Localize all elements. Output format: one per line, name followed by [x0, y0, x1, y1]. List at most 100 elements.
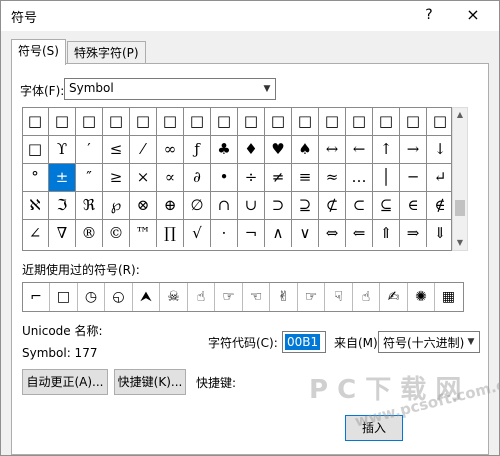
symbol-cell[interactable]: ©	[103, 220, 130, 247]
recent-symbol-cell[interactable]: ☟	[326, 283, 353, 311]
symbol-cell[interactable]: ∈	[400, 192, 427, 220]
symbol-cell[interactable]: ≈	[319, 164, 346, 192]
tab-symbols[interactable]: 符号(S)	[11, 39, 66, 65]
symbol-cell[interactable]: □	[22, 136, 49, 164]
char-code-input[interactable]: 00B1	[282, 331, 326, 353]
symbol-cell[interactable]: ⁄	[130, 136, 157, 164]
symbol-cell[interactable]: ™	[130, 220, 157, 247]
symbol-cell[interactable]: ℑ	[49, 192, 76, 220]
symbol-cell[interactable]: ⊇	[292, 192, 319, 220]
recent-symbol-cell[interactable]: ☠	[161, 283, 188, 311]
symbol-cell[interactable]: ⊂	[346, 192, 373, 220]
recent-symbol-cell[interactable]: ✺	[408, 283, 435, 311]
symbol-cell[interactable]: ′	[76, 136, 103, 164]
symbol-cell[interactable]: ♦	[238, 136, 265, 164]
symbol-cell[interactable]: ⇐	[346, 220, 373, 247]
close-button[interactable]: ×	[463, 5, 483, 25]
symbol-cell[interactable]: □	[346, 108, 373, 136]
symbol-cell[interactable]: ∇	[49, 220, 76, 247]
symbol-cell[interactable]: ∂	[184, 164, 211, 192]
symbol-cell[interactable]: ⋅	[211, 220, 238, 247]
symbol-cell[interactable]: ∠	[22, 220, 49, 247]
recent-symbol-cell[interactable]: ☜	[243, 283, 270, 311]
symbol-cell[interactable]: ⊆	[373, 192, 400, 220]
symbol-cell[interactable]: □	[319, 108, 346, 136]
recent-symbol-cell[interactable]: ⮝	[133, 283, 160, 311]
symbol-grid-scrollbar[interactable]: ▲ ▼	[452, 107, 468, 251]
symbol-cell[interactable]: °	[22, 164, 49, 192]
symbol-cell[interactable]: ∪	[238, 192, 265, 220]
symbol-cell[interactable]: ♠	[292, 136, 319, 164]
symbol-cell[interactable]: ─	[400, 164, 427, 192]
recent-symbol-cell[interactable]: ◵	[106, 283, 133, 311]
symbol-cell[interactable]: ⇒	[400, 220, 427, 247]
symbol-cell[interactable]: ⊕	[157, 192, 184, 220]
symbol-cell[interactable]: □	[211, 108, 238, 136]
scroll-up-arrow-icon[interactable]: ▲	[453, 108, 467, 122]
symbol-cell[interactable]: ⇓	[427, 220, 453, 247]
symbol-cell[interactable]: ≠	[265, 164, 292, 192]
symbol-cell[interactable]: □	[184, 108, 211, 136]
symbol-cell[interactable]: ±	[49, 164, 76, 192]
symbol-cell[interactable]: ¬	[238, 220, 265, 247]
symbol-cell[interactable]: ⊗	[130, 192, 157, 220]
symbol-cell[interactable]: □	[76, 108, 103, 136]
symbol-cell[interactable]: ↵	[427, 164, 453, 192]
symbol-cell[interactable]: ♥	[265, 136, 292, 164]
symbol-cell[interactable]: □	[265, 108, 292, 136]
scrollbar-thumb[interactable]	[455, 200, 465, 216]
tab-special-characters[interactable]: 特殊字符(P)	[67, 41, 146, 64]
symbol-cell[interactable]: □	[49, 108, 76, 136]
shortcut-key-button[interactable]: 快捷键(K)...	[114, 369, 186, 395]
symbol-cell[interactable]: ×	[130, 164, 157, 192]
symbol-cell[interactable]: ↔	[319, 136, 346, 164]
symbol-cell[interactable]: ℜ	[76, 192, 103, 220]
symbol-cell[interactable]: ∏	[157, 220, 184, 247]
symbol-cell[interactable]: □	[292, 108, 319, 136]
symbol-cell[interactable]: ∩	[211, 192, 238, 220]
symbol-cell[interactable]: ⇑	[373, 220, 400, 247]
symbol-cell[interactable]: □	[238, 108, 265, 136]
symbol-cell[interactable]: ∝	[157, 164, 184, 192]
from-select[interactable]: 符号(十六进制) ▼	[378, 331, 480, 353]
symbol-cell[interactable]: ®	[76, 220, 103, 247]
symbol-cell[interactable]: ↓	[427, 136, 453, 164]
symbol-cell[interactable]: □	[130, 108, 157, 136]
symbol-cell[interactable]: ≥	[103, 164, 130, 192]
symbol-cell[interactable]: ♣	[211, 136, 238, 164]
recent-symbol-cell[interactable]: ☞	[216, 283, 243, 311]
symbol-cell[interactable]: ϒ	[49, 136, 76, 164]
recent-symbol-cell[interactable]: ✍	[381, 283, 408, 311]
symbol-cell[interactable]: │	[373, 164, 400, 192]
autocorrect-button[interactable]: 自动更正(A)...	[22, 369, 108, 395]
symbol-cell[interactable]: □	[373, 108, 400, 136]
symbol-cell[interactable]: ∞	[157, 136, 184, 164]
recent-symbol-cell[interactable]: ▦	[436, 283, 462, 311]
symbol-cell[interactable]: ∧	[265, 220, 292, 247]
symbol-cell[interactable]: ⊃	[265, 192, 292, 220]
recent-symbol-cell[interactable]: □	[51, 283, 78, 311]
symbol-cell[interactable]: □	[103, 108, 130, 136]
symbol-cell[interactable]: ⇔	[319, 220, 346, 247]
symbol-cell[interactable]: •	[211, 164, 238, 192]
recent-symbol-cell[interactable]: ☝	[353, 283, 380, 311]
symbol-cell[interactable]: ≤	[103, 136, 130, 164]
recent-symbol-cell[interactable]: ◷	[78, 283, 105, 311]
symbol-cell[interactable]: ℵ	[22, 192, 49, 220]
symbol-cell[interactable]: ƒ	[184, 136, 211, 164]
recent-symbol-cell[interactable]: ✌	[271, 283, 298, 311]
symbol-cell[interactable]: ℘	[103, 192, 130, 220]
symbol-cell[interactable]: ⊄	[319, 192, 346, 220]
symbol-cell[interactable]: ≡	[292, 164, 319, 192]
symbol-cell[interactable]: √	[184, 220, 211, 247]
recent-symbol-cell[interactable]: ☝	[188, 283, 215, 311]
symbol-cell[interactable]: ∅	[184, 192, 211, 220]
scroll-down-arrow-icon[interactable]: ▼	[453, 236, 467, 250]
recent-symbol-cell[interactable]: ☞	[298, 283, 325, 311]
symbol-cell[interactable]: ↑	[373, 136, 400, 164]
symbol-cell[interactable]: ∉	[427, 192, 453, 220]
symbol-cell[interactable]: ←	[346, 136, 373, 164]
symbol-cell[interactable]: →	[400, 136, 427, 164]
symbol-cell[interactable]: □	[22, 108, 49, 136]
symbol-cell[interactable]: □	[157, 108, 184, 136]
